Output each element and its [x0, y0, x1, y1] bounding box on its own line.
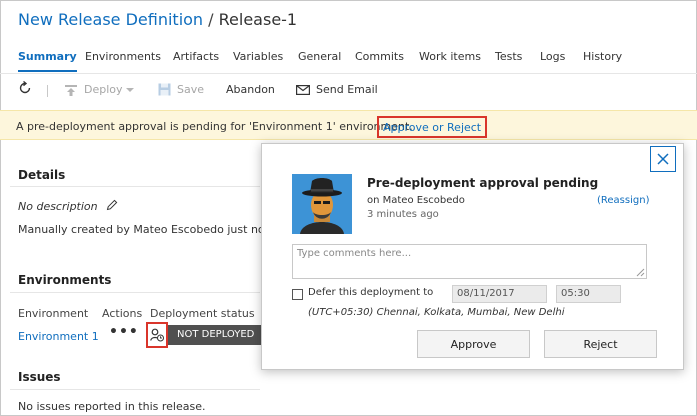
issues-text: No issues reported in this release. — [18, 400, 206, 413]
approval-title: Pre-deployment approval pending — [367, 176, 599, 190]
pencil-icon[interactable] — [106, 199, 118, 211]
description-text: No description — [18, 200, 98, 213]
defer-date-field[interactable]: 08/11/2017 — [452, 285, 547, 303]
issues-divider — [10, 389, 260, 390]
deploy-icon — [65, 84, 77, 96]
tab-divider — [0, 73, 697, 74]
column-header-environment: Environment — [18, 307, 89, 320]
approval-dialog: Pre-deployment approval pending on Mateo… — [261, 143, 684, 370]
toolbar: Deploy Save Abandon Send Email — [0, 78, 697, 104]
chevron-down-icon — [125, 87, 134, 92]
created-by-text: Manually created by Mateo Escobedo just … — [18, 223, 274, 236]
deploy-button[interactable]: Deploy — [64, 83, 134, 96]
avatar — [292, 174, 352, 234]
save-icon — [158, 83, 171, 96]
tab-logs[interactable]: Logs — [540, 50, 565, 63]
environments-heading: Environments — [18, 273, 112, 287]
tab-tests[interactable]: Tests — [495, 50, 522, 63]
save-button[interactable]: Save — [158, 83, 204, 96]
approval-pending-icon — [150, 328, 164, 342]
approve-button[interactable]: Approve — [417, 330, 530, 358]
column-header-actions: Actions — [102, 307, 143, 320]
release-description: No description — [18, 199, 118, 213]
toolbar-separator — [47, 85, 48, 97]
timezone-text: (UTC+05:30) Chennai, Kolkata, Mumbai, Ne… — [308, 307, 565, 318]
defer-time-field[interactable]: 05:30 — [556, 285, 621, 303]
approver-name: on Mateo Escobedo — [367, 195, 465, 206]
release-definition-link[interactable]: New Release Definition — [18, 10, 203, 29]
column-header-deployment-status: Deployment status — [150, 307, 255, 320]
resize-grip-icon[interactable] — [635, 267, 645, 277]
more-actions-icon[interactable]: ••• — [109, 324, 139, 340]
tab-history[interactable]: History — [583, 50, 622, 63]
close-button[interactable] — [650, 146, 676, 172]
issues-heading: Issues — [18, 370, 61, 384]
page-title: New Release Definition / Release-1 — [18, 10, 297, 29]
tab-general[interactable]: General — [298, 50, 341, 63]
environment-link[interactable]: Environment 1 — [18, 330, 99, 343]
defer-label: Defer this deployment to — [308, 287, 434, 298]
send-email-button[interactable]: Send Email — [296, 83, 378, 96]
deployment-status-badge: NOT DEPLOYED — [168, 325, 264, 345]
approval-notification-bar: A pre-deployment approval is pending for… — [0, 110, 697, 140]
abandon-button[interactable]: Abandon — [226, 83, 275, 96]
tab-environments[interactable]: Environments — [85, 50, 161, 63]
deploy-label: Deploy — [84, 83, 123, 96]
mail-icon — [296, 84, 310, 95]
reassign-link[interactable]: (Reassign) — [597, 195, 649, 206]
send-email-label: Send Email — [316, 83, 378, 96]
details-divider — [10, 186, 260, 187]
tab-commits[interactable]: Commits — [355, 50, 404, 63]
approval-time: 3 minutes ago — [367, 209, 439, 220]
environments-divider — [10, 292, 260, 293]
pending-approval-button[interactable] — [146, 322, 168, 348]
tab-variables[interactable]: Variables — [233, 50, 283, 63]
notification-text: A pre-deployment approval is pending for… — [16, 120, 413, 133]
tab-work-items[interactable]: Work items — [419, 50, 481, 63]
defer-checkbox[interactable] — [292, 289, 303, 300]
tab-artifacts[interactable]: Artifacts — [173, 50, 219, 63]
release-name: Release-1 — [218, 10, 298, 29]
reject-button[interactable]: Reject — [544, 330, 657, 358]
close-icon — [657, 153, 669, 165]
comments-input[interactable] — [292, 244, 647, 279]
breadcrumb-separator: / — [208, 10, 214, 29]
refresh-icon — [19, 81, 31, 94]
details-heading: Details — [18, 168, 66, 182]
refresh-button[interactable] — [18, 81, 32, 95]
tab-summary[interactable]: Summary — [18, 50, 77, 72]
save-label: Save — [177, 83, 205, 96]
approve-or-reject-link[interactable]: Approve or Reject — [377, 116, 488, 138]
